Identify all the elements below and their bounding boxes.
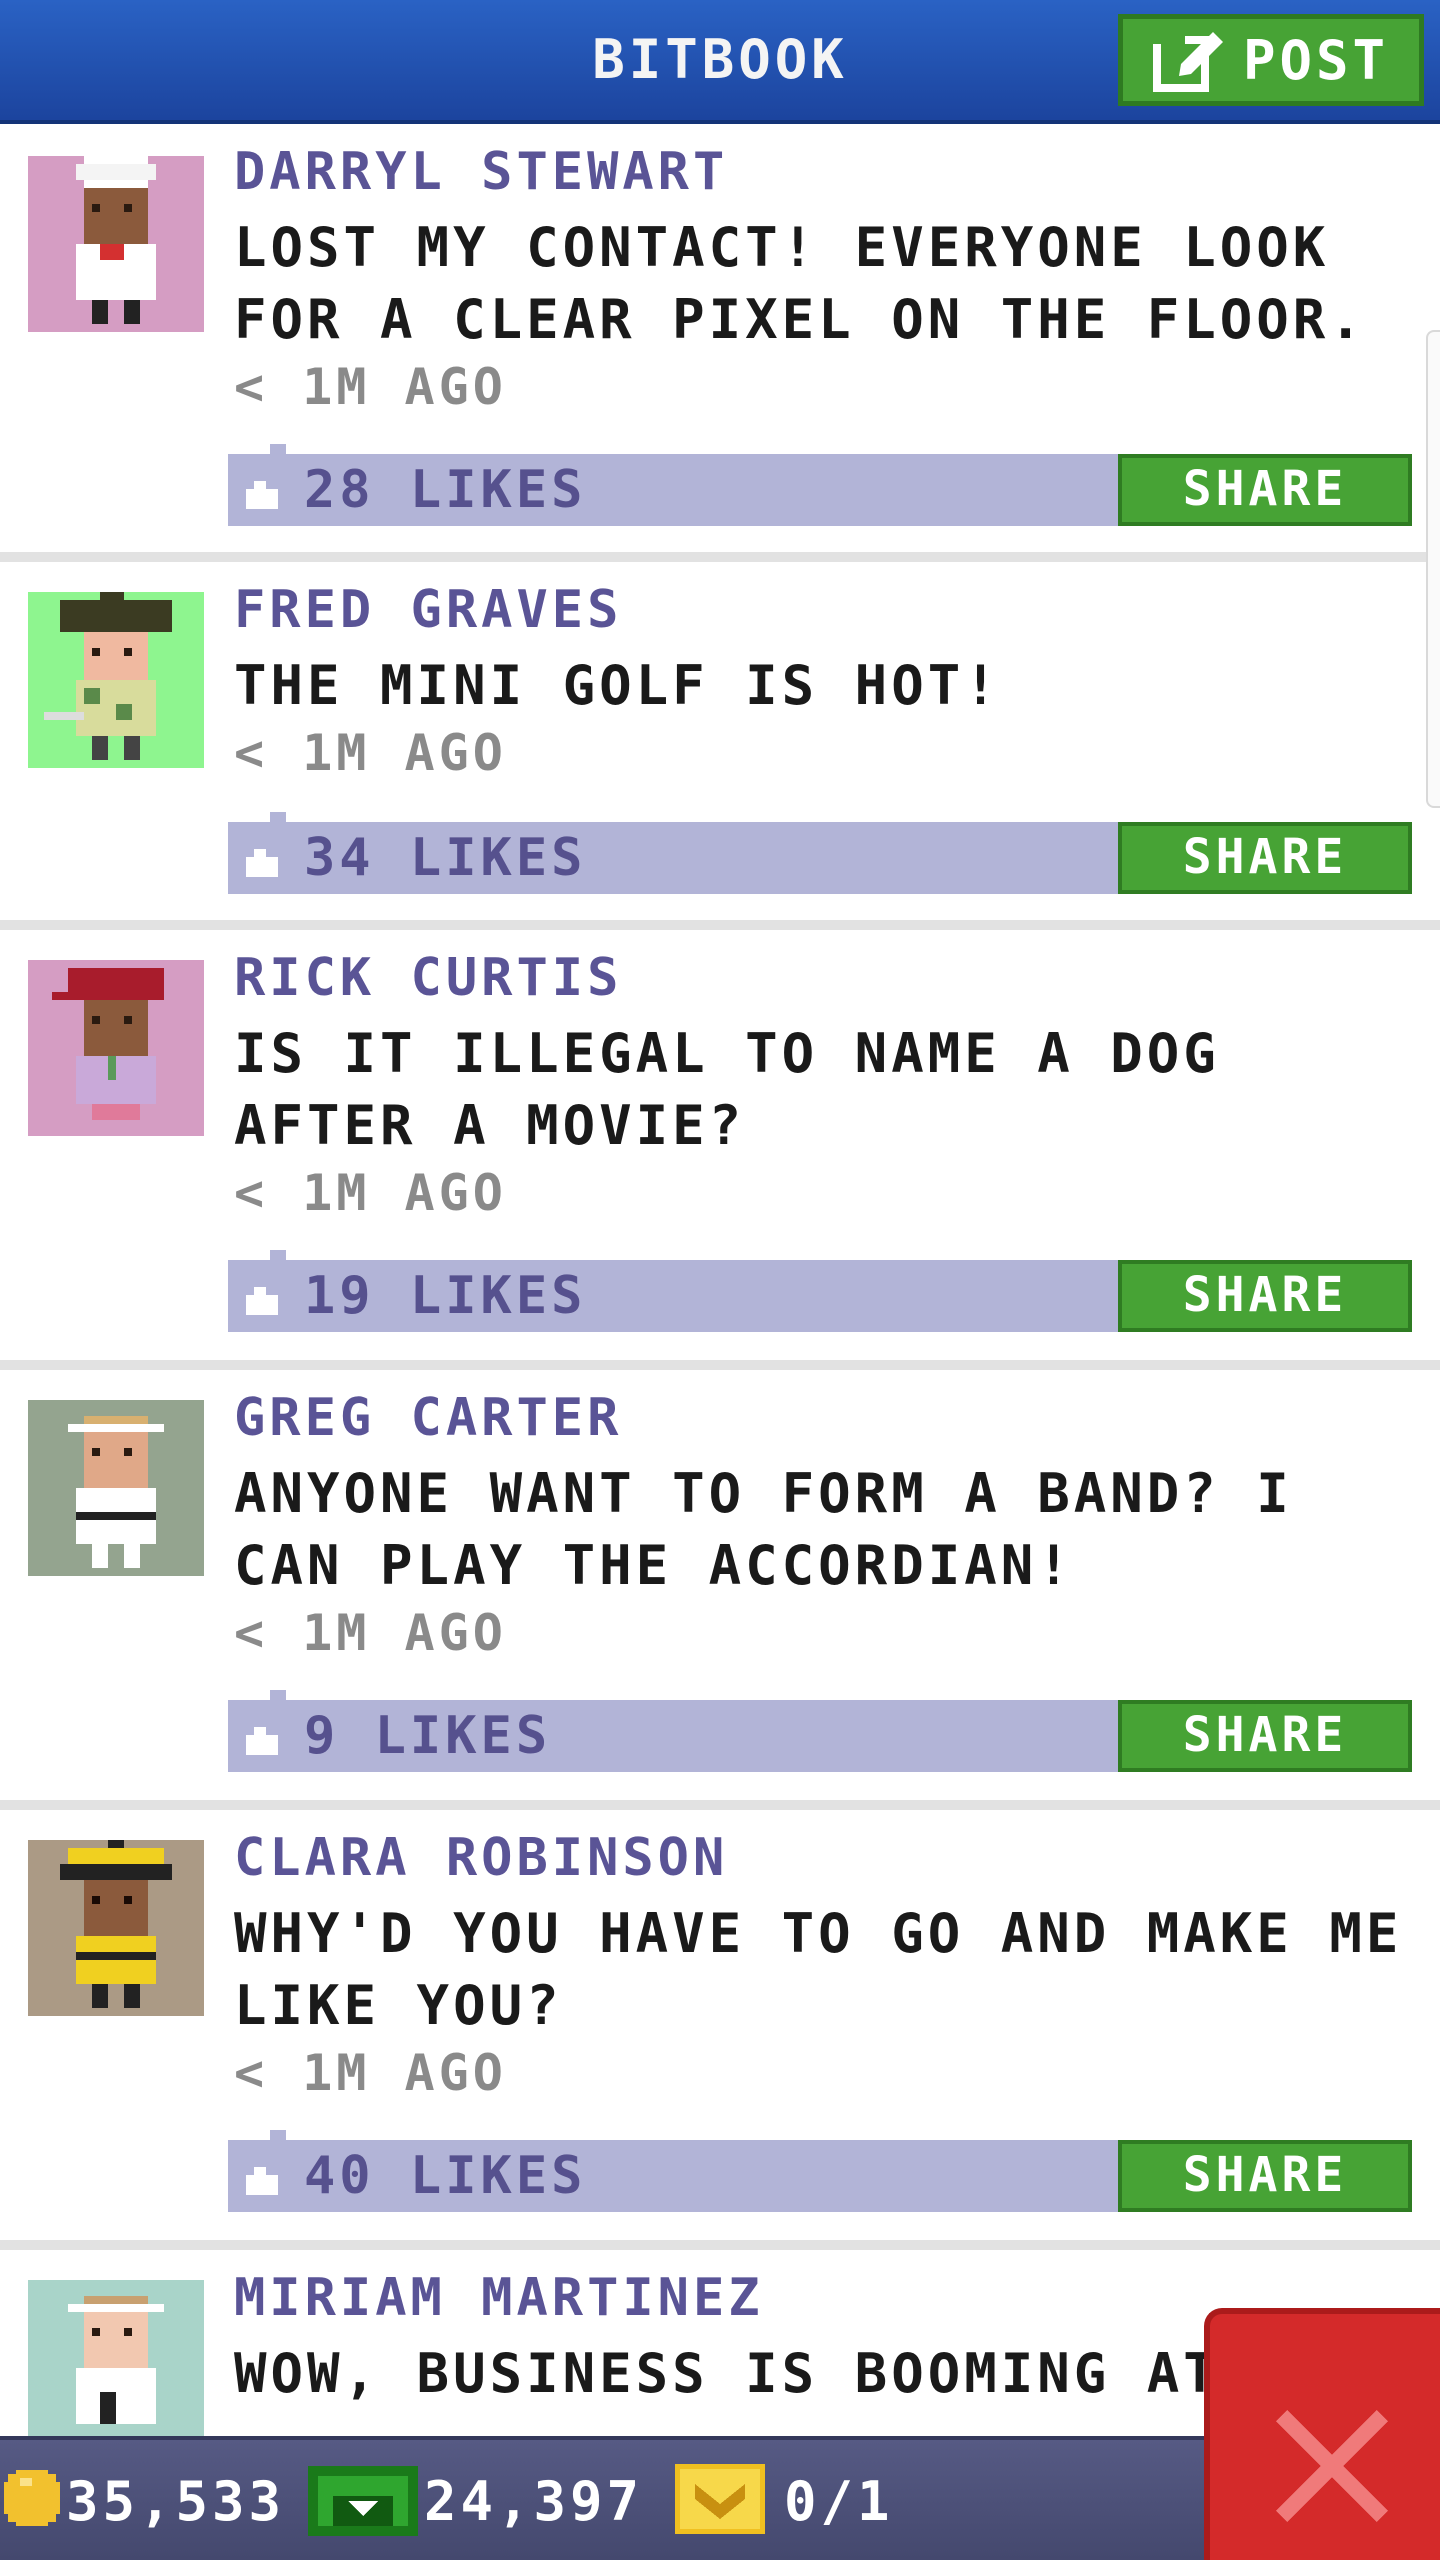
feed-post: FRED GRAVES THE MINI GOLF IS HOT! < 1M A… [0, 562, 1440, 930]
poster-name: FRED GRAVES [234, 580, 623, 640]
poster-name: GREG CARTER [234, 1388, 623, 1448]
share-button[interactable]: SHARE [1118, 1700, 1412, 1772]
post-button-label: POST [1243, 28, 1390, 92]
post-timestamp: < 1M AGO [234, 1164, 507, 1222]
bux-icon [308, 2466, 418, 2536]
feed-post: RICK CURTIS IS IT ILLEGAL TO NAME A DOG … [0, 930, 1440, 1370]
post-timestamp: < 1M AGO [234, 2044, 507, 2102]
poster-name: CLARA ROBINSON [234, 1828, 729, 1888]
share-button[interactable]: SHARE [1118, 2140, 1412, 2212]
compose-icon [1153, 28, 1223, 92]
avatar-chef [28, 156, 204, 332]
share-button[interactable]: SHARE [1118, 454, 1412, 526]
like-icon[interactable] [242, 1722, 282, 1756]
post-message: WHY'D YOU HAVE TO GO AND MAKE ME LIKE YO… [234, 1902, 1403, 2037]
avatar-bee [28, 1840, 204, 2016]
post-timestamp: < 1M AGO [234, 358, 507, 416]
post-message: LOST MY CONTACT! EVERYONE LOOK FOR A CLE… [234, 216, 1366, 351]
like-icon[interactable] [242, 1282, 282, 1316]
post-message: IS IT ILLEGAL TO NAME A DOG AFTER A MOVI… [234, 1022, 1220, 1157]
poster-name: DARRYL STEWART [234, 142, 729, 202]
likes-notch [270, 1250, 286, 1260]
like-icon[interactable] [242, 2162, 282, 2196]
likes-bar: 28 LIKES SHARE [228, 454, 1412, 526]
bitbook-feed[interactable]: DARRYL STEWART LOST MY CONTACT! EVERYONE… [0, 124, 1440, 2436]
post-message: ANYONE WANT TO FORM A BAND? I CAN PLAY T… [234, 1462, 1293, 1597]
bux-count: 24,397 [424, 2470, 644, 2533]
feed-post: GREG CARTER ANYONE WANT TO FORM A BAND? … [0, 1370, 1440, 1810]
share-button[interactable]: SHARE [1118, 1260, 1412, 1332]
likes-bar: 19 LIKES SHARE [228, 1260, 1412, 1332]
share-button[interactable]: SHARE [1118, 822, 1412, 894]
likes-notch [270, 444, 286, 454]
feed-post: DARRYL STEWART LOST MY CONTACT! EVERYONE… [0, 124, 1440, 562]
likes-count: 34 LIKES [304, 828, 587, 888]
likes-notch [270, 1690, 286, 1700]
likes-bar: 40 LIKES SHARE [228, 2140, 1412, 2212]
coin-icon [4, 2470, 60, 2526]
likes-count: 40 LIKES [304, 2146, 587, 2206]
likes-notch [270, 2130, 286, 2140]
avatar-golfer [28, 592, 204, 768]
header-bar: BITBOOK POST [0, 0, 1440, 124]
likes-notch [270, 812, 286, 822]
like-icon[interactable] [242, 844, 282, 878]
likes-count: 28 LIKES [304, 460, 587, 520]
like-icon[interactable] [242, 476, 282, 510]
close-button[interactable] [1204, 2308, 1440, 2560]
close-icon [1276, 2410, 1388, 2522]
likes-count: 9 LIKES [304, 1706, 552, 1766]
coins-count: 35,533 [66, 2470, 286, 2533]
vip-count: 0/1 [784, 2470, 894, 2533]
post-button[interactable]: POST [1118, 14, 1424, 106]
likes-count: 19 LIKES [304, 1266, 587, 1326]
likes-bar: 9 LIKES SHARE [228, 1700, 1412, 1772]
post-timestamp: < 1M AGO [234, 1604, 507, 1662]
poster-name: MIRIAM MARTINEZ [234, 2268, 764, 2328]
poster-name: RICK CURTIS [234, 948, 623, 1008]
vip-ticket-icon [675, 2464, 765, 2534]
feed-post: CLARA ROBINSON WHY'D YOU HAVE TO GO AND … [0, 1810, 1440, 2250]
avatar-cap [28, 960, 204, 1136]
scrollbar[interactable] [1426, 330, 1440, 808]
post-message: THE MINI GOLF IS HOT! [234, 654, 1001, 717]
avatar-karate [28, 1400, 204, 1576]
likes-bar: 34 LIKES SHARE [228, 822, 1412, 894]
post-timestamp: < 1M AGO [234, 724, 507, 782]
avatar-headband [28, 2280, 204, 2436]
